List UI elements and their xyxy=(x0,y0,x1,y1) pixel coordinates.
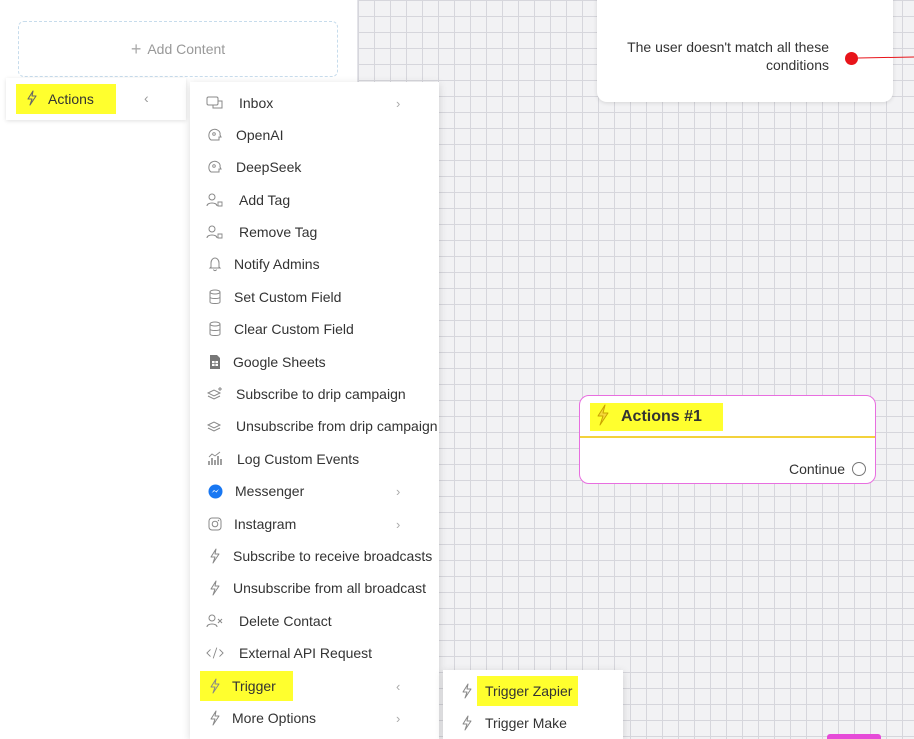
menu-item-label: Messenger xyxy=(235,483,305,499)
actions-category[interactable]: Actions ‹ xyxy=(6,78,186,120)
bolt-icon xyxy=(206,579,224,597)
menu-item-label: Log Custom Events xyxy=(237,451,360,467)
menu-item-add-tag[interactable]: Add Tag xyxy=(190,185,439,215)
continue-label: Continue xyxy=(788,461,845,477)
menu-item-trigger[interactable]: Trigger ‹ xyxy=(190,671,439,701)
flow-canvas[interactable] xyxy=(357,0,914,739)
chevron-left-icon[interactable]: ‹ xyxy=(144,90,149,106)
bolt-icon xyxy=(595,404,611,431)
condition-text: The user doesn't match all these conditi… xyxy=(627,39,829,73)
chevron-right-icon: › xyxy=(396,483,401,499)
action-node-title: Actions #1 xyxy=(621,408,702,425)
actions-menu: Inbox › OpenAI DeepSeek Add Tag Remove T… xyxy=(190,82,439,739)
menu-item-clear-custom-field[interactable]: Clear Custom Field xyxy=(190,314,439,344)
menu-item-label: External API Request xyxy=(239,645,373,661)
chevron-left-icon: ‹ xyxy=(396,678,401,694)
menu-item-set-custom-field[interactable]: Set Custom Field xyxy=(190,282,439,312)
user-tag-icon xyxy=(206,191,224,209)
user-tag-icon xyxy=(206,223,224,241)
menu-item-label: Subscribe to drip campaign xyxy=(236,386,406,402)
actions-label: Actions xyxy=(48,91,94,107)
chat-icon xyxy=(206,94,224,112)
bolt-icon xyxy=(206,677,224,695)
menu-item-label: Subscribe to receive broadcasts xyxy=(233,548,433,564)
menu-item-instagram[interactable]: Instagram › xyxy=(190,509,439,539)
menu-item-label: Unsubscribe from all broadcast xyxy=(233,580,426,596)
menu-item-label: Add Tag xyxy=(239,192,291,208)
menu-item-subscribe-broadcasts[interactable]: Subscribe to receive broadcasts xyxy=(190,541,439,571)
menu-item-label: Trigger xyxy=(232,678,276,694)
bolt-icon xyxy=(26,89,38,109)
action-node-title-highlight: Actions #1 xyxy=(590,403,723,431)
menu-item-unsubscribe-broadcast[interactable]: Unsubscribe from all broadcast xyxy=(190,573,439,603)
instagram-icon xyxy=(206,515,224,533)
connector-line xyxy=(858,56,914,59)
bolt-icon xyxy=(206,547,224,565)
submenu-item-label: Trigger Zapier xyxy=(485,683,573,699)
submenu-item-trigger-make[interactable]: Trigger Make xyxy=(443,708,623,738)
menu-item-label: More Options xyxy=(232,710,317,726)
action-node[interactable]: Actions #1 Continue xyxy=(579,395,876,484)
trigger-submenu: Trigger Zapier Trigger Make xyxy=(443,670,623,739)
plus-icon: + xyxy=(130,39,142,59)
menu-item-label: Notify Admins xyxy=(234,256,320,272)
menu-item-openai[interactable]: OpenAI xyxy=(190,120,439,150)
add-content-button[interactable]: + Add Content xyxy=(18,21,338,77)
menu-item-label: Google Sheets xyxy=(233,354,326,370)
menu-item-label: DeepSeek xyxy=(236,159,302,175)
continue-output-handle[interactable] xyxy=(852,462,866,476)
user-x-icon xyxy=(206,612,224,630)
layers-icon xyxy=(206,417,224,435)
ai-brain-icon xyxy=(206,126,224,144)
menu-item-log-custom-events[interactable]: Log Custom Events xyxy=(190,444,439,474)
menu-item-label: Set Custom Field xyxy=(234,289,342,305)
menu-item-inbox[interactable]: Inbox › xyxy=(190,88,439,118)
chevron-right-icon: › xyxy=(396,710,401,726)
code-icon xyxy=(206,644,224,662)
chart-icon xyxy=(206,450,224,468)
menu-item-messenger[interactable]: Messenger › xyxy=(190,476,439,506)
menu-item-label: OpenAI xyxy=(236,127,284,143)
menu-item-external-api[interactable]: External API Request xyxy=(190,638,439,668)
layers-plus-icon xyxy=(206,385,224,403)
menu-item-deepseek[interactable]: DeepSeek xyxy=(190,152,439,182)
bolt-icon xyxy=(206,709,224,727)
actions-label-highlight: Actions xyxy=(16,84,116,114)
condition-output-handle[interactable] xyxy=(845,52,858,65)
menu-item-unsubscribe-drip[interactable]: Unsubscribe from drip campaign xyxy=(190,411,439,441)
condition-node[interactable]: The user doesn't match all these conditi… xyxy=(597,0,893,102)
bolt-icon xyxy=(459,683,475,699)
sheet-icon xyxy=(206,353,224,371)
submenu-item-trigger-zapier[interactable]: Trigger Zapier xyxy=(443,676,623,706)
menu-item-google-sheets[interactable]: Google Sheets xyxy=(190,347,439,377)
menu-item-subscribe-drip[interactable]: Subscribe to drip campaign xyxy=(190,379,439,409)
menu-item-delete-contact[interactable]: Delete Contact xyxy=(190,606,439,636)
menu-item-notify-admins[interactable]: Notify Admins xyxy=(190,249,439,279)
action-node-header: Actions #1 xyxy=(580,396,875,438)
ai-brain-icon xyxy=(206,158,224,176)
add-content-label: Add Content xyxy=(147,41,226,57)
bolt-icon xyxy=(459,715,475,731)
menu-item-more-options[interactable]: More Options › xyxy=(190,703,439,733)
chevron-right-icon: › xyxy=(396,516,401,532)
menu-item-label: Instagram xyxy=(234,516,297,532)
submenu-item-label: Trigger Make xyxy=(485,715,567,731)
menu-item-label: Clear Custom Field xyxy=(234,321,354,337)
menu-item-label: Inbox xyxy=(239,95,274,111)
chevron-right-icon: › xyxy=(396,95,401,111)
database-icon xyxy=(206,288,224,306)
menu-item-remove-tag[interactable]: Remove Tag xyxy=(190,217,439,247)
menu-item-label: Unsubscribe from drip campaign xyxy=(236,418,438,434)
node-edge-partial xyxy=(827,734,881,739)
menu-item-label: Delete Contact xyxy=(239,613,332,629)
messenger-icon xyxy=(206,482,224,500)
bell-icon xyxy=(206,255,224,273)
menu-item-label: Remove Tag xyxy=(239,224,318,240)
database-icon xyxy=(206,320,224,338)
